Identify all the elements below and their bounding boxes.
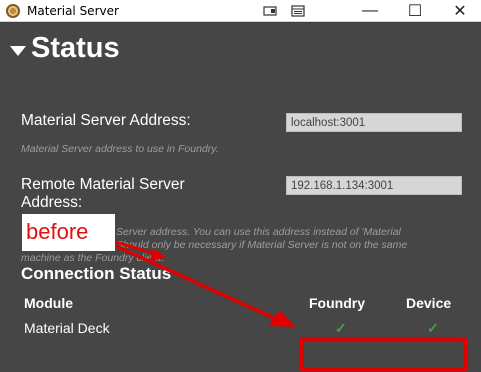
annotation-arrow-line	[115, 244, 277, 321]
annotation-arrows	[115, 240, 296, 327]
annotation-small-arrowhead-icon	[150, 248, 166, 262]
connection-highlight-box	[300, 337, 467, 371]
